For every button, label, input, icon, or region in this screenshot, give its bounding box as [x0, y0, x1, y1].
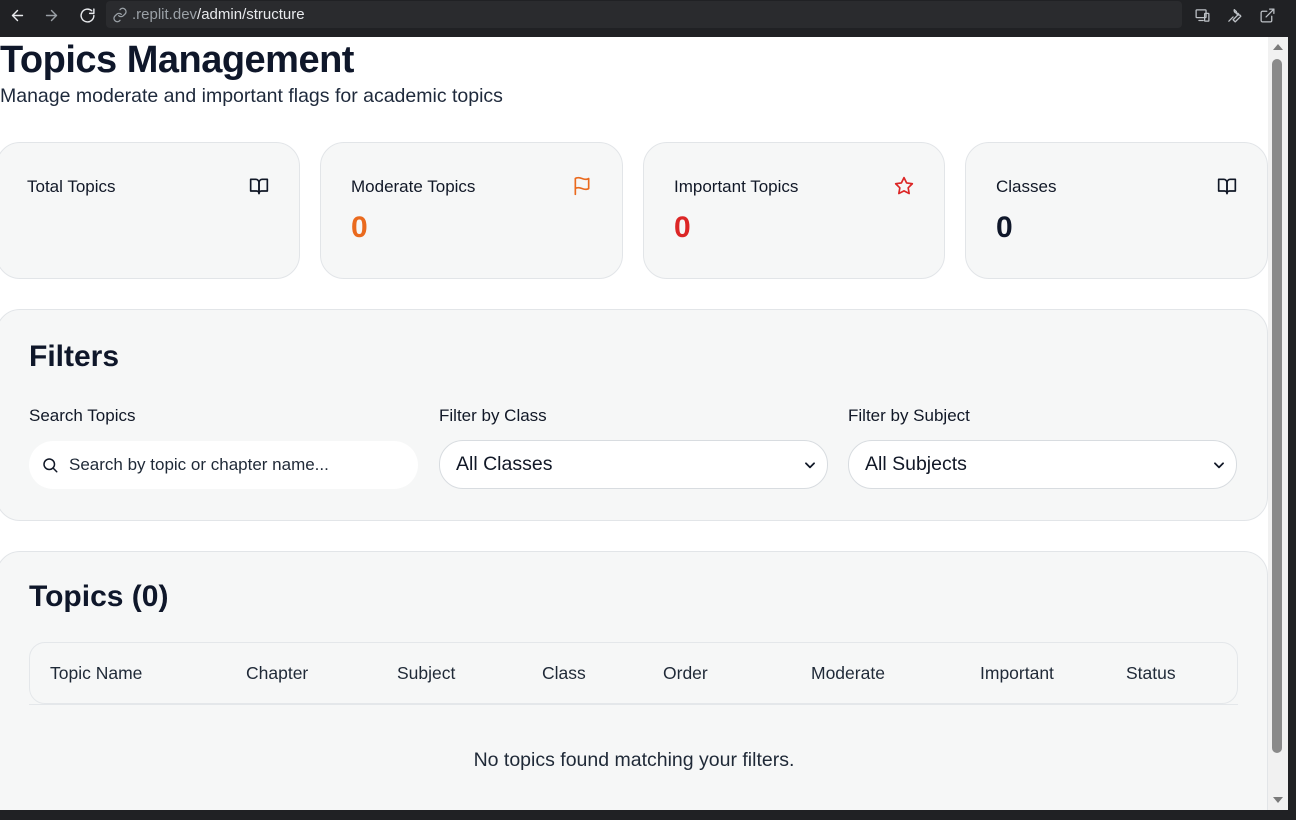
stat-value: 0	[996, 211, 1013, 244]
tools-button[interactable]	[1223, 4, 1245, 26]
reload-button[interactable]	[76, 4, 98, 26]
column-header[interactable]: Order	[663, 663, 708, 684]
scroll-up-arrow-icon[interactable]	[1272, 41, 1284, 53]
table-header: Topic Name Chapter Subject Class Order M…	[29, 642, 1238, 704]
stat-value: 0	[351, 211, 368, 244]
page-scrollbar[interactable]	[1268, 37, 1288, 810]
subject-select[interactable]: All Subjects	[848, 440, 1237, 489]
address-bar[interactable]: .replit.dev/admin/structure	[106, 1, 1182, 28]
open-external-button[interactable]	[1256, 4, 1278, 26]
arrow-right-icon	[45, 9, 57, 21]
stat-value: 0	[674, 211, 691, 244]
search-label: Search Topics	[29, 406, 136, 425]
subject-filter-label: Filter by Subject	[848, 406, 970, 425]
class-filter-label: Filter by Class	[439, 406, 547, 425]
book-open-icon	[1217, 178, 1237, 195]
stat-card-important-topics: Important Topics 0	[643, 142, 945, 279]
stat-label: Classes	[996, 177, 1057, 196]
back-button[interactable]	[6, 4, 28, 26]
stat-label: Moderate Topics	[351, 177, 476, 196]
url-path: /admin/structure	[197, 6, 305, 23]
reload-icon	[79, 7, 95, 23]
filters-panel: Filters Search Topics Filter by Class Al…	[0, 309, 1268, 521]
topics-panel: Topics (0) Topic Name Chapter Subject Cl…	[0, 551, 1268, 810]
window-edge	[1288, 37, 1296, 820]
column-header[interactable]: Important	[980, 663, 1054, 684]
search-box[interactable]	[29, 441, 418, 489]
flag-icon	[574, 176, 590, 196]
arrow-left-icon	[11, 9, 23, 21]
chevron-down-icon	[805, 462, 815, 469]
search-input[interactable]	[69, 455, 389, 475]
wrench-icon	[1227, 8, 1242, 23]
stat-label: Important Topics	[674, 177, 799, 196]
page-subtitle: Manage moderate and important flags for …	[0, 85, 503, 107]
stat-card-moderate-topics: Moderate Topics 0	[320, 142, 623, 279]
scroll-thumb[interactable]	[1272, 59, 1282, 753]
stat-card-classes: Classes 0	[965, 142, 1268, 279]
star-icon	[894, 176, 914, 195]
column-header[interactable]: Topic Name	[50, 663, 142, 684]
subject-select-value: All Subjects	[865, 453, 967, 475]
link-icon	[113, 7, 127, 22]
class-select-value: All Classes	[456, 453, 553, 475]
url-host: .replit.dev	[132, 6, 198, 23]
stat-label: Total Topics	[27, 177, 116, 196]
chevron-down-icon	[1214, 462, 1224, 469]
table-divider	[29, 704, 1238, 705]
filters-title: Filters	[29, 340, 120, 373]
forward-button[interactable]	[40, 4, 62, 26]
column-header[interactable]: Moderate	[811, 663, 885, 684]
topics-title: Topics (0)	[29, 580, 169, 613]
scroll-down-arrow-icon[interactable]	[1272, 794, 1284, 806]
external-link-icon	[1259, 7, 1275, 23]
browser-toolbar: .replit.dev/admin/structure	[0, 0, 1296, 29]
devices-icon	[1194, 8, 1210, 22]
window-bottom-edge	[0, 810, 1296, 820]
search-icon	[43, 458, 58, 473]
column-header[interactable]: Class	[542, 663, 586, 684]
column-header[interactable]: Subject	[397, 663, 455, 684]
empty-state-message: No topics found matching your filters.	[473, 749, 795, 771]
class-select[interactable]: All Classes	[439, 440, 828, 489]
column-header[interactable]: Chapter	[246, 663, 308, 684]
stat-card-total-topics: Total Topics	[0, 142, 300, 279]
devices-button[interactable]	[1191, 4, 1213, 26]
page-title: Topics Management	[0, 39, 354, 81]
page-viewport: Topics Management Manage moderate and im…	[0, 37, 1268, 810]
book-open-icon	[249, 178, 269, 195]
column-header[interactable]: Status	[1126, 663, 1176, 684]
